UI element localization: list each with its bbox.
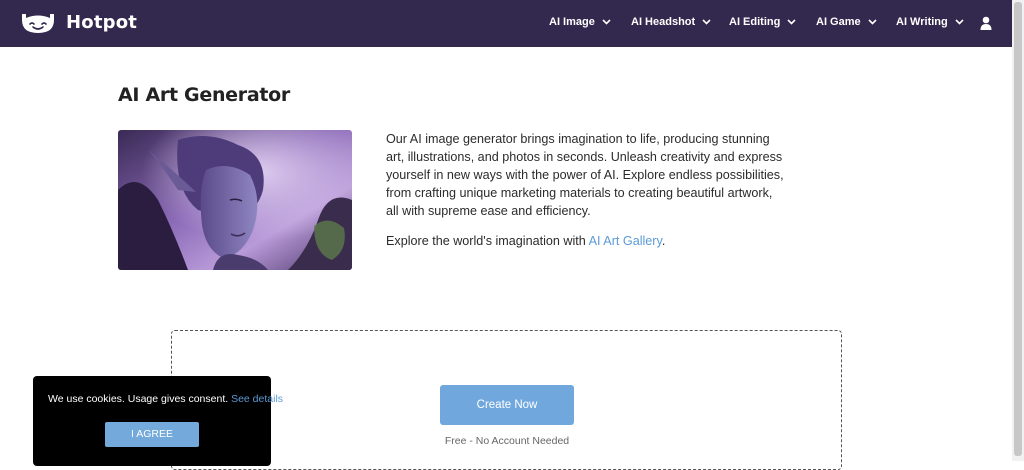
intro-description: Our AI image generator brings imaginatio…: [386, 132, 784, 218]
explore-suffix: .: [661, 234, 666, 248]
scrollbar-thumb[interactable]: [1014, 2, 1022, 456]
nav-item-ai-game[interactable]: AI Game: [816, 16, 877, 28]
nav-item-ai-editing[interactable]: AI Editing: [729, 16, 796, 28]
explore-text: Explore the world's imagination with AI …: [386, 233, 665, 249]
explore-prefix: Explore the world's imagination with: [386, 234, 589, 248]
ai-art-gallery-link[interactable]: AI Art Gallery: [589, 234, 662, 248]
nav-item-label: AI Headshot: [631, 16, 696, 28]
user-icon[interactable]: [980, 16, 992, 30]
hotpot-logo-icon: [22, 14, 54, 33]
fantasy-elf-portrait-image: [118, 130, 352, 270]
top-navbar: Hotpot AI Image AI Headshot AI Editing A…: [0, 0, 1012, 47]
cookie-banner: We use cookies. Usage gives consent. See…: [33, 376, 286, 466]
chevron-down-icon: [787, 19, 796, 25]
nav-item-ai-image[interactable]: AI Image: [549, 16, 611, 28]
cookie-text: We use cookies. Usage gives consent. See…: [48, 393, 286, 405]
page-scrollbar[interactable]: [1012, 0, 1024, 461]
chevron-down-icon: [955, 19, 964, 25]
create-now-button[interactable]: Create Now: [440, 385, 574, 425]
nav-item-ai-headshot[interactable]: AI Headshot: [631, 16, 711, 28]
brand-name: Hotpot: [66, 12, 138, 33]
chevron-down-icon: [602, 19, 611, 25]
cookie-suffix: .: [283, 393, 286, 405]
see-details-link[interactable]: See details: [231, 393, 283, 405]
nav-item-label: AI Image: [549, 16, 595, 28]
nav-item-label: AI Game: [816, 16, 861, 28]
chevron-down-icon: [702, 19, 711, 25]
chevron-down-icon: [868, 19, 877, 25]
i-agree-button[interactable]: I AGREE: [105, 422, 199, 447]
nav-item-label: AI Writing: [896, 16, 948, 28]
nav-item-label: AI Editing: [729, 16, 781, 28]
brand-logo[interactable]: Hotpot: [20, 12, 137, 34]
hero-image: [118, 130, 352, 270]
cookie-message: We use cookies. Usage gives consent.: [48, 393, 232, 405]
create-subtext: Free - No Account Needed: [444, 435, 570, 447]
nav-item-ai-writing[interactable]: AI Writing: [896, 16, 964, 28]
page-title: AI Art Generator: [118, 84, 290, 106]
